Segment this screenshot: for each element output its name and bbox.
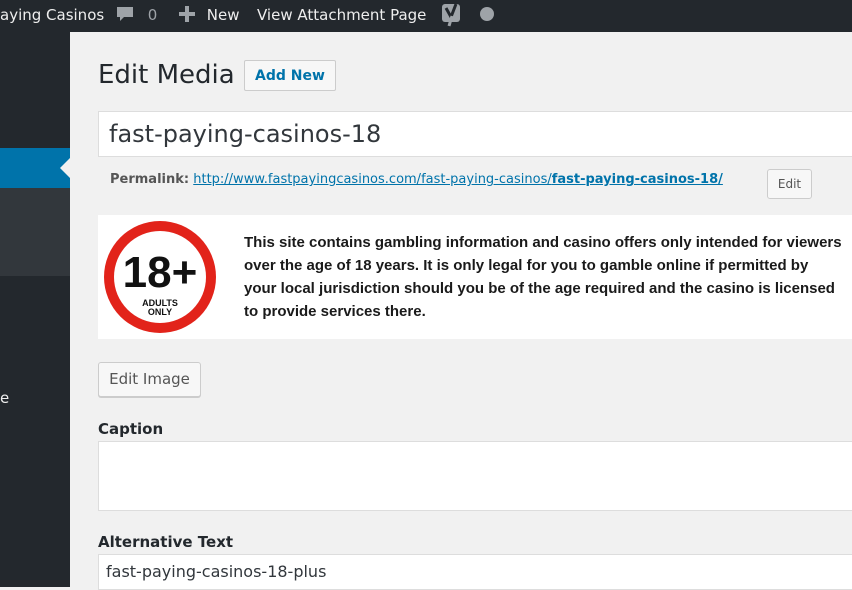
site-name-link[interactable]: aying Casinos (0, 0, 104, 32)
badge-line-2: ONLY (148, 307, 172, 317)
permalink-url[interactable]: http://www.fastpayingcasinos.com/fast-pa… (193, 172, 723, 187)
permalink-slug: fast-paying-casinos-18/ (551, 172, 723, 187)
sidebar-submenu (0, 188, 70, 276)
comments-link[interactable]: 0 (115, 0, 157, 32)
permalink-label: Permalink: (110, 172, 190, 187)
admin-sidebar: e (0, 32, 70, 587)
add-new-button[interactable]: Add New (244, 60, 336, 91)
media-image-preview: 18+ ADULTS ONLY This site contains gambl… (98, 215, 852, 339)
yoast-logo-icon (442, 2, 460, 26)
media-title-input[interactable]: fast-paying-casinos-18 (98, 111, 852, 157)
new-label: New (206, 6, 240, 24)
plus-icon (179, 6, 195, 22)
adults-only-18-plus-badge: 18+ ADULTS ONLY (104, 221, 216, 333)
caption-label: Caption (98, 420, 164, 438)
comments-count: 0 (147, 6, 158, 24)
active-menu-arrow (60, 158, 70, 178)
comment-bubble-icon (117, 7, 133, 21)
seo-status-dot-icon (479, 6, 494, 21)
alt-text-label: Alternative Text (98, 533, 234, 551)
main-content: Edit Media Add New fast-paying-casinos-1… (70, 32, 852, 590)
sidebar-item-label[interactable]: e (0, 389, 9, 407)
view-attachment-link[interactable]: View Attachment Page (257, 0, 426, 32)
admin-bar: aying Casinos 0 New View Attachment Page (0, 0, 852, 32)
edit-permalink-button[interactable]: Edit (767, 169, 812, 199)
page-title: Edit Media (98, 60, 235, 90)
badge-number: 18+ (123, 248, 198, 297)
age-restriction-notice: This site contains gambling information … (244, 234, 842, 320)
yoast-seo-menu[interactable] (441, 0, 494, 32)
permalink-row: Permalink: http://www.fastpayingcasinos.… (110, 172, 723, 187)
new-content-link[interactable]: New (178, 0, 240, 32)
permalink-base: http://www.fastpayingcasinos.com/fast-pa… (193, 172, 552, 187)
alt-text-input[interactable]: fast-paying-casinos-18-plus (98, 554, 852, 590)
caption-textarea[interactable] (98, 441, 852, 511)
edit-image-button[interactable]: Edit Image (98, 362, 201, 397)
